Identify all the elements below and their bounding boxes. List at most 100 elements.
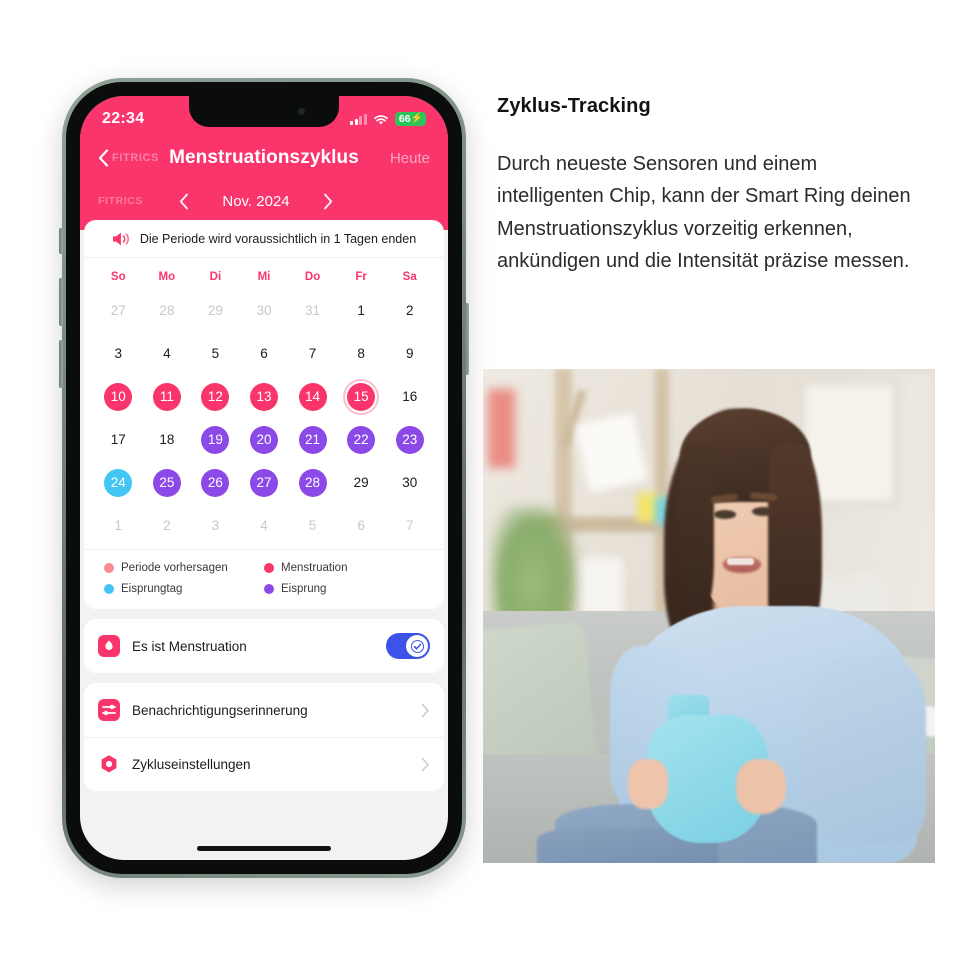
volume-down-button[interactable] — [59, 340, 63, 388]
calendar-cell[interactable]: 8 — [337, 332, 386, 375]
calendar-cell[interactable]: 29 — [337, 461, 386, 504]
battery-indicator: 66 ⚡ — [394, 112, 426, 126]
chevron-right-icon[interactable] — [323, 193, 333, 210]
chevron-right-icon — [421, 703, 429, 717]
calendar-day-muted: 6 — [357, 518, 365, 533]
calendar-week-row: 10 11 12 13 14 15 16 — [94, 375, 434, 418]
calendar-cell[interactable]: 30 — [240, 289, 289, 332]
calendar-day-muted: 4 — [260, 518, 268, 533]
calendar-cell[interactable]: 10 — [94, 375, 143, 418]
calendar-week-row: 17 18 19 20 21 22 23 — [94, 418, 434, 461]
calendar-day-ovulation: 20 — [249, 425, 278, 454]
menstruation-toggle-group: Es ist Menstruation — [84, 619, 444, 673]
calendar-cell[interactable]: 28 — [288, 461, 337, 504]
calendar-cell[interactable]: 9 — [385, 332, 434, 375]
calendar-cell[interactable]: 26 — [191, 461, 240, 504]
calendar-day-menstruation: 11 — [152, 382, 181, 411]
app-content: Die Periode wird voraussichtlich in 1 Ta… — [80, 220, 448, 791]
calendar-day-plain: 1 — [357, 303, 365, 318]
article-body: Durch neueste Sensoren und einem intelli… — [497, 153, 911, 273]
calendar-cell[interactable]: 11 — [143, 375, 192, 418]
calendar-day-plain: 7 — [308, 346, 317, 361]
calendar-cell[interactable]: 23 — [385, 418, 434, 461]
calendar-cell[interactable]: 5 — [191, 332, 240, 375]
weekday-header: Sa — [402, 271, 417, 283]
calendar-cell[interactable]: 18 — [143, 418, 192, 461]
calendar-cell[interactable]: 7 — [385, 504, 434, 547]
calendar-week-row: 3 4 5 6 7 8 9 — [94, 332, 434, 375]
month-stepper: Nov. 2024 — [179, 193, 333, 210]
calendar-day-muted: 1 — [114, 518, 123, 533]
calendar-cell[interactable]: 27 — [240, 461, 289, 504]
calendar-day-ovulation: 23 — [395, 425, 424, 454]
calendar-cell[interactable]: 19 — [191, 418, 240, 461]
battery-percent-label: 66 — [398, 113, 411, 125]
back-button[interactable]: FITRICS — [98, 149, 169, 167]
calendar-cell[interactable]: 3 — [191, 504, 240, 547]
calendar-cell[interactable]: 27 — [94, 289, 143, 332]
calendar-cell[interactable]: 12 — [191, 375, 240, 418]
calendar-cell[interactable]: 20 — [240, 418, 289, 461]
legend-label: Eisprung — [281, 583, 327, 595]
charging-bolt-icon: ⚡ — [410, 113, 423, 124]
calendar-week-row: 27 28 29 30 31 1 2 — [94, 289, 434, 332]
phone-mockup: 22:34 66 ⚡ FITRICS Menstruationszyklus H… — [59, 78, 469, 878]
calendar-cell[interactable]: 4 — [240, 504, 289, 547]
calendar-cell[interactable]: 24 — [94, 461, 143, 504]
front-camera-icon — [298, 108, 305, 115]
calendar-cell[interactable]: 14 — [288, 375, 337, 418]
back-button-label: FITRICS — [112, 152, 159, 164]
calendar-cell[interactable]: 22 — [337, 418, 386, 461]
calendar-day-muted: 29 — [207, 303, 223, 318]
calendar-day-menstruation-today: 15 — [343, 378, 380, 415]
page-title: Menstruationszyklus — [169, 147, 359, 168]
calendar-cell[interactable]: 28 — [143, 289, 192, 332]
calendar-cell[interactable]: 2 — [143, 504, 192, 547]
calendar-cell[interactable]: 29 — [191, 289, 240, 332]
legend-label: Eisprungtag — [121, 583, 183, 595]
current-month-label: Nov. 2024 — [222, 192, 290, 210]
legend-item: Menstruation — [264, 562, 424, 574]
calendar-day-ovulation: 21 — [298, 425, 327, 454]
calendar-cell[interactable]: 30 — [385, 461, 434, 504]
row-es-ist-menstruation[interactable]: Es ist Menstruation — [84, 619, 444, 673]
today-button[interactable]: Heute — [359, 150, 430, 167]
calendar-cell[interactable]: 7 — [288, 332, 337, 375]
calendar-cell[interactable]: 6 — [240, 332, 289, 375]
calendar-cell[interactable]: 13 — [240, 375, 289, 418]
calendar-cell[interactable]: 21 — [288, 418, 337, 461]
hexagon-settings-icon — [101, 754, 117, 772]
menstruation-toggle[interactable] — [386, 633, 430, 659]
home-indicator[interactable] — [197, 846, 331, 851]
silent-switch[interactable] — [59, 228, 63, 254]
row-benachrichtigungserinnerung[interactable]: Benachrichtigungserinnerung — [84, 683, 444, 737]
calendar-cell[interactable]: 6 — [337, 504, 386, 547]
row-label: Benachrichtigungserinnerung — [132, 702, 308, 718]
calendar-cell[interactable]: 25 — [143, 461, 192, 504]
volume-up-button[interactable] — [59, 278, 63, 326]
article-photo — [483, 369, 935, 863]
calendar-cell[interactable]: 3 — [94, 332, 143, 375]
calendar-cell[interactable]: 16 — [385, 375, 434, 418]
calendar-cell[interactable]: 5 — [288, 504, 337, 547]
row-zykluseinstellungen[interactable]: Zykluseinstellungen — [84, 737, 444, 791]
calendar-cell[interactable]: 1 — [94, 504, 143, 547]
calendar-cell[interactable]: 17 — [94, 418, 143, 461]
calendar-cell[interactable]: 1 — [337, 289, 386, 332]
legend-dot-icon — [104, 584, 114, 594]
calendar-day-ovulation: 19 — [201, 425, 230, 454]
calendar-day-muted: 27 — [110, 303, 126, 318]
calendar-cell[interactable]: 31 — [288, 289, 337, 332]
calendar-day-ovulation: 26 — [201, 468, 230, 497]
calendar-cell[interactable]: 2 — [385, 289, 434, 332]
calendar-day-plain: 5 — [211, 346, 220, 361]
calendar-day-plain: 4 — [163, 346, 171, 361]
chevron-left-icon[interactable] — [179, 193, 189, 210]
status-bar-indicators: 66 ⚡ — [350, 106, 426, 126]
calendar-cell[interactable]: 4 — [143, 332, 192, 375]
power-button[interactable] — [465, 303, 469, 375]
calendar-cell[interactable]: 15 — [337, 375, 386, 418]
toggle-knob — [406, 635, 428, 657]
calendar-day-plain: 6 — [260, 346, 268, 361]
row-label: Es ist Menstruation — [132, 638, 247, 654]
